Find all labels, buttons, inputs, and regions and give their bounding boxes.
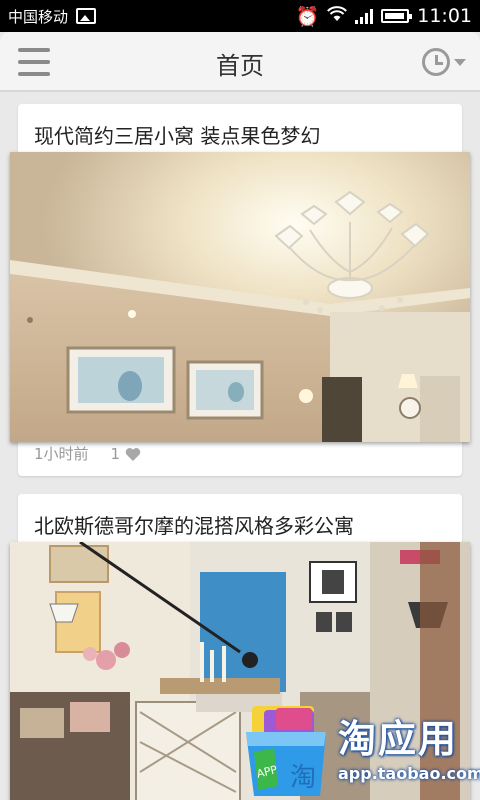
svg-text:淘: 淘 — [290, 763, 316, 793]
card-title[interactable]: 北欧斯德哥尔摩的混搭风格多彩公寓 — [34, 510, 354, 539]
watermark-url: app.taobao.com — [338, 764, 480, 783]
card-meta: 1小时前 1 — [34, 443, 141, 464]
clock-icon — [422, 48, 450, 76]
history-dropdown-button[interactable] — [422, 48, 466, 76]
shopping-bag-logo-icon: APP 淘 — [246, 706, 326, 796]
feed-card[interactable]: 现代简约三居小窝 装点果色梦幻 1小时前 1 — [10, 104, 470, 476]
status-bar: 中国移动 ⏰ 11:01 — [0, 0, 480, 32]
battery-icon — [381, 9, 413, 23]
carrier-label: 中国移动 — [8, 7, 69, 26]
card-title[interactable]: 现代简约三居小窝 装点果色梦幻 — [34, 120, 320, 149]
taobao-app-watermark: APP 淘 淘应用 app.taobao.com — [242, 700, 480, 800]
time-ago: 1小时前 — [34, 445, 89, 463]
wifi-icon — [327, 5, 348, 27]
gallery-icon — [76, 8, 97, 24]
alarm-icon: ⏰ — [295, 5, 320, 28]
app-bar: 首页 — [0, 32, 480, 92]
heart-icon — [125, 447, 141, 461]
watermark-brand: 淘应用 — [338, 717, 459, 761]
signal-icon — [355, 8, 374, 24]
like-button[interactable]: 1 — [111, 445, 142, 463]
like-count: 1 — [110, 444, 121, 463]
page-title: 首页 — [216, 52, 264, 80]
chevron-down-icon — [454, 58, 466, 66]
card-image[interactable] — [10, 152, 470, 442]
status-time: 11:01 — [417, 5, 472, 27]
